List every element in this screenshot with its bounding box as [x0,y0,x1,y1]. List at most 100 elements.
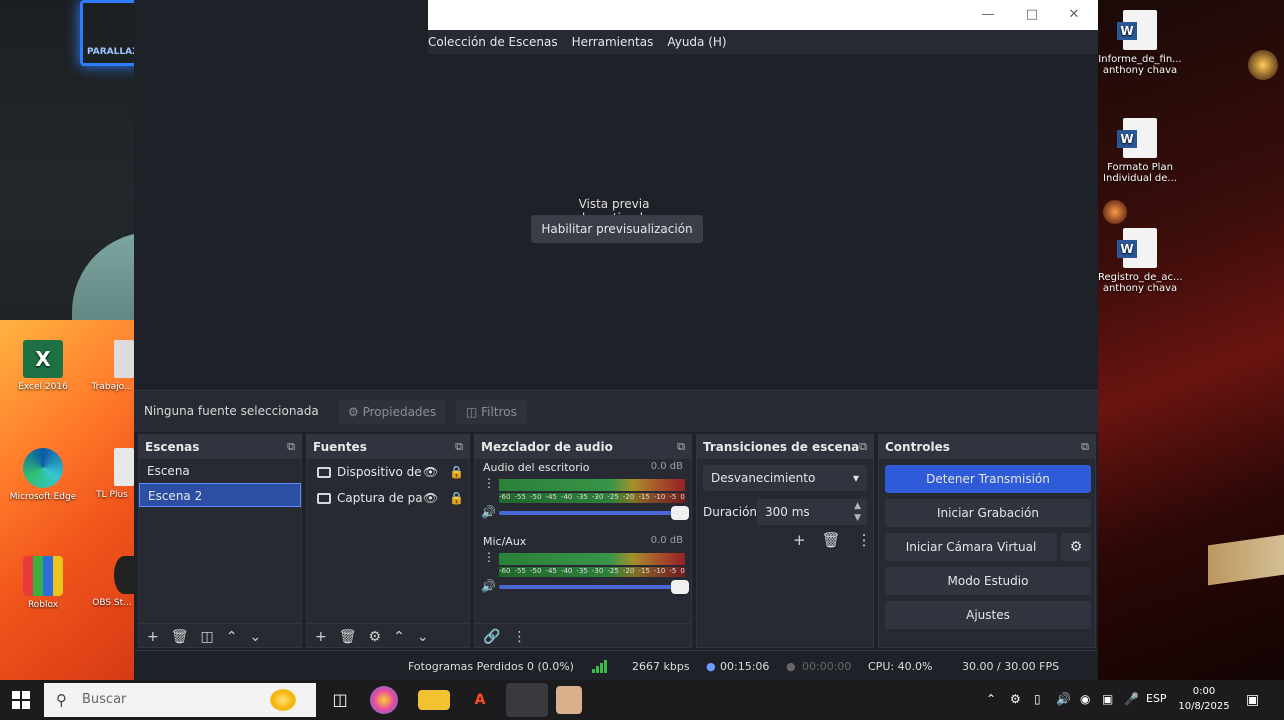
menu-scene-collection[interactable]: Colección de Escenas [428,35,558,49]
screen: Informe_de_fin... anthony chava Formato … [0,0,1284,720]
undock-icon[interactable]: ⧉ [287,435,295,459]
properties-button[interactable]: ⚙ Propiedades [338,400,447,424]
undock-icon[interactable]: ⧉ [1081,435,1089,459]
wallpaper-glow [1103,200,1127,224]
enable-preview-button[interactable]: Habilitar previsualización [531,215,703,243]
scenes-header: Escenas ⧉ [139,435,301,459]
lock-icon[interactable]: 🔒 [449,485,464,511]
sources-title: Fuentes [313,440,367,454]
desktop-icon-registro[interactable]: Registro_de_ac... anthony chava [1098,228,1183,294]
desktop-icon-partial[interactable]: Trabajo... [90,340,134,392]
taskbar-search-box[interactable]: ⚲ Buscar [44,683,316,717]
visibility-eye-icon[interactable]: 👁 [423,459,438,485]
desktop-icon-informe[interactable]: Informe_de_fin... anthony chava [1098,10,1182,76]
windows-start-icon[interactable] [12,691,30,709]
add-icon[interactable]: + [147,629,159,645]
menu-bar: Colección de Escenas Herramientas Ayuda … [428,30,1098,54]
add-icon[interactable]: + [315,629,327,645]
link-icon[interactable]: 🔗 [483,629,500,645]
notification-app-icon[interactable]: ▣ [1102,692,1113,706]
kebab-menu-icon[interactable]: ⋮ [483,551,495,563]
desktop-icon-label: Informe_de_fin... anthony chava [1098,54,1182,76]
speaker-icon[interactable]: 🔊 [481,505,496,519]
network-icon[interactable]: ⚙ [1010,692,1021,706]
microphone-icon[interactable]: 🎤 [1124,692,1139,706]
virtual-camera-settings-icon[interactable]: ⚙ [1061,533,1091,561]
trash-icon[interactable]: 🗑 [171,629,189,645]
move-down-icon[interactable]: ⌄ [417,629,429,645]
wifi-icon[interactable]: ◉ [1080,692,1090,706]
transition-select[interactable]: Desvanecimiento ▾ [703,465,867,491]
volume-slider-handle[interactable] [671,580,689,594]
system-clock[interactable]: 0:00 10/8/2025 [1176,684,1232,714]
menu-help[interactable]: Ayuda (H) [667,35,726,49]
kebab-menu-icon[interactable]: ⋮ [512,629,526,645]
visibility-eye-icon[interactable]: 👁 [423,485,438,511]
kebab-menu-icon[interactable]: ⋮ [857,531,872,549]
obs-taskbar-icon[interactable] [506,683,548,717]
start-virtual-camera-button[interactable]: Iniciar Cámara Virtual [885,533,1057,561]
controls-body: Detener Transmisión Iniciar Grabación In… [879,459,1095,629]
notifications-icon[interactable]: ▣ [1246,692,1259,708]
language-indicator[interactable]: ESP [1146,692,1167,705]
source-item[interactable]: Captura de pa 👁 🔒 [307,485,469,511]
undock-icon[interactable]: ⧉ [677,435,685,459]
stop-streaming-button[interactable]: Detener Transmisión [885,465,1091,493]
transitions-title: Transiciones de escena [703,440,860,454]
trash-icon[interactable]: 🗑 [339,629,357,645]
minimize-icon[interactable]: — [978,6,998,24]
battery-icon[interactable]: ▯ [1034,692,1041,706]
move-up-icon[interactable]: ⌃ [393,629,405,645]
speaker-icon[interactable]: 🔊 [481,579,496,593]
channel-name: Audio del escritorio [483,461,590,474]
close-icon[interactable]: ✕ [1064,6,1084,24]
desktop-icon-excel[interactable]: X Excel 2016 [8,340,78,392]
volume-slider[interactable] [499,585,677,589]
scene-item-selected[interactable]: Escena 2 [139,483,301,507]
kebab-menu-icon[interactable]: ⋮ [483,477,495,489]
volume-slider-handle[interactable] [671,506,689,520]
move-down-icon[interactable]: ⌄ [249,629,261,645]
scene-item[interactable]: Escena [139,459,301,483]
source-item[interactable]: Dispositivo de 👁 🔒 [307,459,469,485]
spin-arrows-icon[interactable]: ▲ ▼ [854,499,861,524]
volume-slider[interactable] [499,511,677,515]
desktop-icon-roblox[interactable]: Roblox [8,556,78,610]
lock-icon[interactable]: 🔒 [449,459,464,485]
studio-mode-button[interactable]: Modo Estudio [885,567,1091,595]
bitrate-text: 2667 kbps [632,660,690,673]
desktop-icon-label: Excel 2016 [18,382,68,392]
wallpaper-glow [1248,50,1278,80]
transition-tools: + 🗑 ⋮ [793,531,872,549]
maximize-icon[interactable]: □ [1022,6,1042,24]
desktop-wallpaper-left: X Excel 2016 Trabajo... Microsoft Edge T… [0,320,134,680]
menu-tools[interactable]: Herramientas [572,35,654,49]
file-explorer-icon[interactable] [418,690,450,710]
start-recording-button[interactable]: Iniciar Grabación [885,499,1091,527]
filter-icon[interactable]: ◫ [201,629,214,645]
desktop-icon-obs[interactable]: OBS St... [90,556,134,608]
volume-icon[interactable]: 🔊 [1056,692,1071,706]
trash-icon[interactable]: 🗑 [822,531,841,549]
desktop-icon-partial[interactable]: TL Plus [90,448,134,500]
duration-spinbox[interactable]: 300 ms ▲ ▼ [757,499,867,525]
task-view-icon[interactable]: ◫ [324,686,356,714]
undock-icon[interactable]: ⧉ [859,435,867,459]
gear-icon[interactable]: ⚙ [369,629,382,645]
sources-header: Fuentes ⧉ [307,435,469,459]
settings-button[interactable]: Ajustes [885,601,1091,629]
transition-value: Desvanecimiento [711,471,816,485]
source-label: Dispositivo de [337,465,422,479]
properties-label: Propiedades [362,405,437,419]
add-icon[interactable]: + [793,531,806,549]
move-up-icon[interactable]: ⌃ [226,629,238,645]
app-icon[interactable]: A [464,686,496,714]
copilot-icon[interactable] [370,686,398,714]
desktop-icon-edge[interactable]: Microsoft Edge [8,448,78,502]
desktop-icon-formato[interactable]: Formato Plan Individual de... [1098,118,1182,184]
undock-icon[interactable]: ⧉ [455,435,463,459]
chevron-up-icon[interactable]: ⌃ [986,692,996,706]
filters-button[interactable]: ◫ Filtros [456,400,527,424]
photo-app-icon[interactable] [556,686,582,714]
audio-mixer-dock: Mezclador de audio ⧉ Audio del escritorio… [474,434,692,648]
